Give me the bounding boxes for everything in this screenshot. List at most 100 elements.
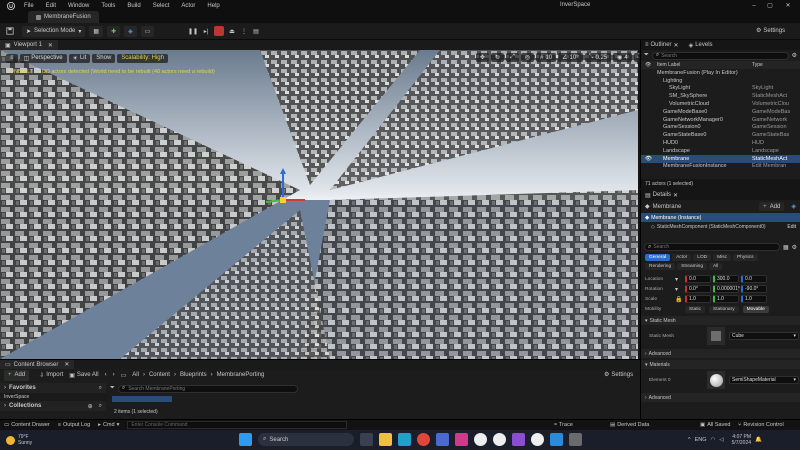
file-explorer-icon[interactable] bbox=[379, 433, 392, 446]
menu-help[interactable]: Help bbox=[207, 3, 219, 9]
breadcrumb-content[interactable]: Content bbox=[149, 372, 170, 378]
minimize-icon[interactable]: – bbox=[748, 0, 760, 11]
eject-icon[interactable]: ⏏ bbox=[227, 26, 237, 36]
chrome-icon[interactable] bbox=[417, 433, 430, 446]
outliner-tab[interactable]: ≡ Outliner ✕ bbox=[645, 42, 679, 49]
lit-button[interactable]: ☀ Lit bbox=[68, 53, 91, 63]
add-button[interactable]: + Add bbox=[4, 369, 30, 381]
step-icon[interactable]: ▸| bbox=[201, 26, 211, 36]
outliner-row[interactable]: Landscape Landscape bbox=[641, 147, 800, 155]
windows-start-icon[interactable] bbox=[239, 433, 252, 446]
add-content-icon[interactable]: ✚ bbox=[107, 25, 121, 37]
blueprint-icon[interactable]: ◈ bbox=[124, 25, 137, 37]
filter-tab-streaming[interactable]: Streaming bbox=[677, 263, 708, 270]
menu-actor[interactable]: Actor bbox=[181, 3, 195, 9]
selection-mode-button[interactable]: ➤ Selection Mode ▾ bbox=[22, 25, 86, 37]
advanced-section-materials[interactable]: › Advanced bbox=[641, 393, 800, 402]
volume-icon[interactable]: ◁ bbox=[719, 437, 723, 443]
menu-select[interactable]: Select bbox=[153, 3, 170, 9]
collections-section[interactable]: › Collections ⊕ ⌕ bbox=[0, 401, 106, 411]
search-icon[interactable]: ⌕ bbox=[99, 385, 102, 392]
outliner-row[interactable]: HUD0 HUD bbox=[641, 139, 800, 147]
unreal-taskbar-icon[interactable] bbox=[474, 433, 487, 446]
add-filter-icon[interactable]: ⏷ bbox=[644, 52, 649, 59]
outliner-search-input[interactable]: ⌕ Search bbox=[651, 51, 789, 60]
breadcrumb-blueprints[interactable]: Blueprints bbox=[180, 372, 207, 378]
outliner-row[interactable]: MembraneFusion (Play In Editor) bbox=[641, 69, 800, 77]
settings-gear-icon[interactable]: ⚙ bbox=[792, 52, 797, 59]
filter-tab-rendering[interactable]: Rendering bbox=[645, 263, 676, 270]
filter-tab-lod[interactable]: LOD bbox=[693, 254, 712, 261]
forward-icon[interactable]: › bbox=[113, 372, 115, 378]
settings-gear-icon[interactable]: ⚙ bbox=[792, 244, 797, 251]
outliner-row[interactable]: SkyLight SkyLight bbox=[641, 85, 800, 93]
visibility-eye-icon[interactable]: 👁 bbox=[645, 156, 657, 162]
outliner-row[interactable]: Lighting bbox=[641, 77, 800, 85]
app-icon-2[interactable] bbox=[569, 433, 582, 446]
outliner-row[interactable]: GameNetworkManager0 GameNetwork bbox=[641, 116, 800, 124]
mobility-movable[interactable]: Movable bbox=[742, 305, 769, 313]
world-icon[interactable]: ◎ bbox=[520, 53, 535, 62]
language-indicator[interactable]: ENG bbox=[695, 437, 707, 443]
material-dropdown[interactable]: SemiShapeMaterial ▾ bbox=[729, 376, 799, 384]
edit-link[interactable]: Edit bbox=[787, 224, 796, 230]
content-drawer-button[interactable]: ▭ Content Drawer bbox=[4, 422, 50, 428]
outliner-row[interactable]: GameSession0 GameSession bbox=[641, 124, 800, 132]
lock-icon[interactable]: 🔒 bbox=[675, 296, 683, 303]
chevron-down-icon[interactable]: ▾ bbox=[675, 286, 683, 293]
column-type[interactable]: Type bbox=[752, 62, 763, 68]
hamburger-menu-icon[interactable]: ≡ bbox=[6, 53, 18, 63]
mobility-stationary[interactable]: Stationary bbox=[709, 305, 739, 313]
menu-window[interactable]: Window bbox=[68, 3, 89, 9]
details-tab[interactable]: ▤ Details ✕ bbox=[645, 192, 678, 199]
outliner-row[interactable]: VolumetricCloud VolumetricClou bbox=[641, 100, 800, 108]
show-button[interactable]: Show bbox=[92, 53, 116, 63]
trace-button[interactable]: ≈ Trace bbox=[554, 422, 573, 428]
cmd-dropdown[interactable]: ▸ Cmd ▾ bbox=[98, 422, 119, 428]
output-log-button[interactable]: ≡ Output Log bbox=[58, 422, 90, 428]
perspective-button[interactable]: ◫ Perspective bbox=[19, 53, 67, 63]
location-y-field[interactable]: 300.0 bbox=[713, 275, 739, 283]
clock[interactable]: 4:07 PM 5/7/2024 bbox=[732, 434, 751, 446]
filter-tab-all[interactable]: All bbox=[709, 263, 723, 270]
grid-snap[interactable]: #10 bbox=[536, 53, 557, 62]
scale-y-field[interactable]: 1.0 bbox=[713, 295, 739, 303]
back-icon[interactable]: ‹ bbox=[105, 372, 107, 378]
store-icon[interactable] bbox=[436, 433, 449, 446]
task-view-icon[interactable] bbox=[360, 433, 373, 446]
unreal-taskbar-icon-2[interactable] bbox=[493, 433, 506, 446]
pause-icon[interactable]: ❚❚ bbox=[188, 26, 198, 36]
static-mesh-dropdown[interactable]: Cube ▾ bbox=[729, 332, 799, 340]
app-icon[interactable] bbox=[455, 433, 468, 446]
filter-tab-physics[interactable]: Physics bbox=[733, 254, 758, 261]
import-button[interactable]: ⇩ Import bbox=[39, 372, 63, 379]
advanced-section-mesh[interactable]: › Advanced bbox=[641, 349, 800, 358]
maximize-icon[interactable]: ▢ bbox=[764, 0, 776, 11]
camera-speed[interactable]: ◉ 4 bbox=[613, 53, 632, 62]
favorites-section[interactable]: › Favorites ⌕ bbox=[0, 383, 106, 393]
notification-icon[interactable]: 🔔 bbox=[755, 437, 762, 443]
viewport-tab[interactable]: ▣ Viewport 1 ✕ bbox=[0, 40, 58, 50]
column-item-label[interactable]: Item Label bbox=[657, 62, 752, 68]
menu-tools[interactable]: Tools bbox=[101, 3, 115, 9]
details-search-input[interactable]: ⌕ Search bbox=[644, 243, 780, 251]
mobility-static[interactable]: Static bbox=[685, 305, 705, 313]
grid-view-icon[interactable]: ▦ bbox=[783, 244, 789, 251]
rotation-snap[interactable]: ∠ 10° bbox=[558, 53, 583, 62]
filter-tab-general[interactable]: General bbox=[645, 254, 671, 261]
filter-icon[interactable]: ⏷ bbox=[110, 385, 115, 392]
asset-tile-selected[interactable] bbox=[112, 396, 172, 402]
chevron-down-icon[interactable]: ▾ bbox=[675, 276, 683, 283]
platforms-icon[interactable]: ▤ bbox=[251, 26, 261, 36]
content-browser-settings-button[interactable]: ⚙ Settings bbox=[604, 371, 633, 379]
outliner-row[interactable]: MembraneFusionInstance Edit Membran bbox=[641, 163, 800, 171]
asset-search-input[interactable]: ⌕ Search MembranePorting bbox=[117, 384, 298, 393]
add-collection-icon[interactable]: ⊕ bbox=[88, 403, 93, 410]
breadcrumb-all[interactable]: All bbox=[132, 372, 139, 378]
actor-name-field[interactable]: Membrane bbox=[653, 204, 757, 210]
close-tab-icon[interactable]: ✕ bbox=[674, 42, 679, 49]
rotation-x-field[interactable]: 0.0° bbox=[685, 285, 711, 293]
content-browser-tab[interactable]: ▭ Content Browser ✕ bbox=[0, 359, 75, 370]
translate-icon[interactable]: ✥ bbox=[476, 53, 490, 62]
outliner-row[interactable]: GameModeBase0 GameModeBas bbox=[641, 108, 800, 116]
